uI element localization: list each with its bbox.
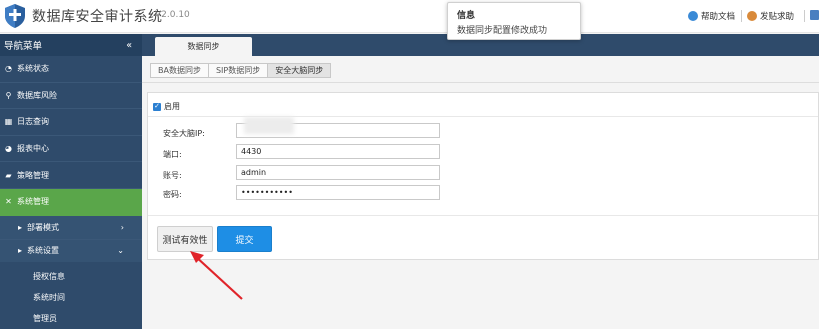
header-divider bbox=[741, 10, 742, 22]
help-docs-link[interactable]: 帮助文档 bbox=[688, 10, 735, 22]
enable-label: 启用 bbox=[164, 102, 180, 111]
toast-message: 数据同步配置修改成功 bbox=[457, 26, 548, 36]
app-title: 数据库安全审计系统 bbox=[32, 9, 163, 25]
subtab-brain-sync[interactable]: 安全大脑同步 bbox=[267, 63, 332, 78]
help-icon bbox=[688, 11, 698, 21]
chevron-right-icon: › bbox=[120, 222, 124, 232]
sidebar-item-log-query[interactable]: ▦ 日志查询 bbox=[0, 109, 142, 136]
test-validity-button[interactable]: 测试有效性 bbox=[157, 226, 213, 252]
enable-checkbox[interactable]: ✓ bbox=[153, 102, 161, 111]
port-field[interactable]: 4430 bbox=[236, 144, 440, 159]
sidebar-sub-label: 系统设置 bbox=[27, 246, 60, 256]
info-toast: 信息 数据同步配置修改成功 bbox=[447, 2, 581, 40]
sidebar-leaf-system-time[interactable]: 系统时间 bbox=[0, 286, 142, 308]
sidebar-header: 导航菜单 « bbox=[0, 34, 142, 56]
top-header: 数据库安全审计系统 V2.0.10 帮助文档 发贴求助 bbox=[0, 0, 819, 33]
help-docs-label: 帮助文档 bbox=[701, 12, 736, 22]
pie-chart-icon: ◕ bbox=[5, 144, 12, 154]
sidebar-item-label: 系统管理 bbox=[17, 197, 49, 207]
enable-checkbox-row[interactable]: ✓ 启用 bbox=[153, 101, 180, 112]
password-label: 密码: bbox=[163, 190, 182, 199]
collapse-icon[interactable]: « bbox=[126, 40, 132, 51]
sidebar-item-label: 策略管理 bbox=[17, 170, 49, 180]
sidebar-item-report-center[interactable]: ◕ 报表中心 bbox=[0, 136, 142, 163]
account-label: 账号: bbox=[163, 171, 182, 180]
toast-title: 信息 bbox=[457, 11, 476, 21]
post-help-label: 发贴求助 bbox=[760, 12, 795, 22]
panel-divider bbox=[148, 215, 818, 216]
account-field[interactable]: admin bbox=[236, 165, 440, 180]
post-help-link[interactable]: 发贴求助 bbox=[747, 10, 794, 22]
tab-data-sync[interactable]: 数据同步 bbox=[155, 37, 252, 56]
subtab-ba-sync[interactable]: BA数据同步 bbox=[150, 63, 209, 78]
subtab-sip-sync[interactable]: SIP数据同步 bbox=[207, 63, 269, 78]
sidebar-item-label: 数据库风险 bbox=[17, 90, 57, 100]
submit-button[interactable]: 提交 bbox=[217, 226, 272, 252]
sync-form-panel: ✓ 启用 安全大脑IP: 端口: 4430 账号: admin 密码: ••••… bbox=[147, 92, 819, 260]
chevron-down-icon: ⌄ bbox=[117, 246, 124, 256]
user-icon bbox=[747, 11, 757, 21]
table-icon: ▦ bbox=[4, 117, 13, 127]
sidebar-item-system-status[interactable]: ◔ 系统状态 bbox=[0, 56, 142, 83]
header-divider bbox=[804, 10, 805, 22]
port-label: 端口: bbox=[163, 150, 182, 159]
password-field[interactable]: ••••••••••• bbox=[236, 185, 440, 200]
dashboard-icon: ◔ bbox=[5, 64, 12, 74]
message-icon[interactable] bbox=[810, 10, 819, 20]
tab-divider bbox=[142, 82, 819, 83]
search-icon: ⚲ bbox=[5, 90, 12, 100]
redacted-ip bbox=[244, 117, 294, 134]
shield-logo-icon bbox=[5, 4, 25, 28]
tools-icon: ✕ bbox=[5, 197, 12, 207]
sidebar-sub-deploy-mode[interactable]: ▸ 部署模式 › bbox=[0, 215, 142, 239]
sidebar-item-system-admin[interactable]: ✕ 系统管理 bbox=[0, 188, 142, 216]
sidebar-sub-system-settings[interactable]: ▸ 系统设置 ⌄ bbox=[0, 238, 142, 262]
sidebar-sub-label: 部署模式 bbox=[27, 222, 60, 232]
caret-right-icon: ▸ bbox=[18, 246, 23, 256]
sidebar-item-label: 系统状态 bbox=[17, 64, 49, 74]
sidebar-title: 导航菜单 bbox=[4, 41, 43, 52]
version-label: V2.0.10 bbox=[155, 10, 190, 20]
sidebar: 导航菜单 « ◔ 系统状态 ⚲ 数据库风险 ▦ 日志查询 ◕ 报表中心 ▰ 策略… bbox=[0, 34, 142, 329]
sidebar-leaf-admin[interactable]: 管理员 bbox=[0, 307, 142, 329]
caret-right-icon: ▸ bbox=[18, 222, 23, 232]
book-icon: ▰ bbox=[5, 170, 12, 180]
sidebar-item-policy[interactable]: ▰ 策略管理 bbox=[0, 162, 142, 189]
sidebar-item-db-risk[interactable]: ⚲ 数据库风险 bbox=[0, 83, 142, 110]
brain-ip-label: 安全大脑IP: bbox=[163, 129, 205, 138]
sidebar-item-label: 日志查询 bbox=[17, 117, 49, 127]
sidebar-leaf-license[interactable]: 授权信息 bbox=[0, 265, 142, 287]
sub-tabs: BA数据同步 SIP数据同步 安全大脑同步 bbox=[150, 63, 332, 78]
sidebar-item-label: 报表中心 bbox=[17, 144, 49, 154]
